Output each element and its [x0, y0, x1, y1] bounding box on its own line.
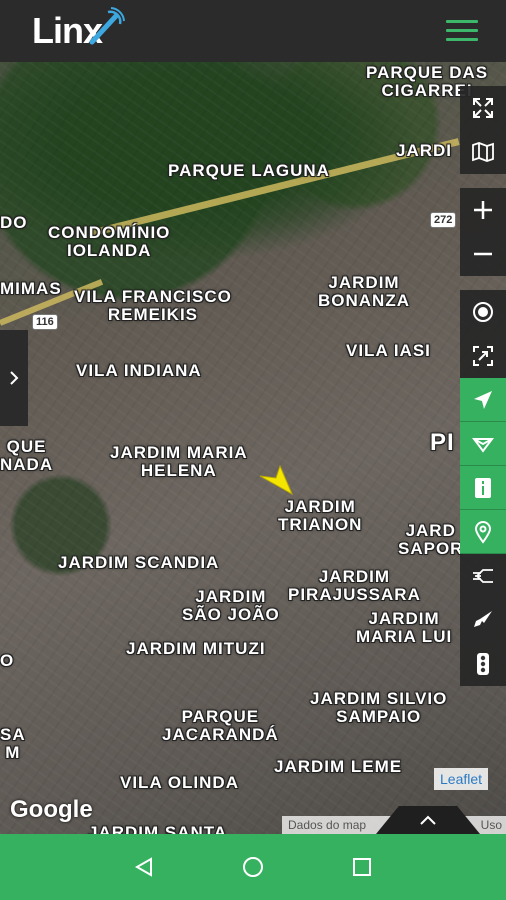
nav-back-button[interactable]	[124, 847, 164, 887]
terms-link[interactable]: Uso	[481, 818, 502, 832]
signal-wave-icon	[89, 7, 125, 45]
attribution-text: Dados do map	[288, 818, 367, 832]
map-place-label: JARDIM MARIA HELENA	[110, 443, 248, 480]
chevron-right-icon	[10, 371, 19, 385]
location-pin-button[interactable]	[460, 510, 506, 554]
navigation-arrow-icon	[474, 390, 492, 409]
map-layers-button[interactable]	[460, 130, 506, 174]
menu-line	[446, 29, 478, 32]
map-place-label: PI	[430, 429, 455, 456]
nav-home-button[interactable]	[233, 847, 273, 887]
speed-lines-button[interactable]	[460, 554, 506, 598]
map-place-label: JARDIM TRIANON	[278, 497, 363, 534]
zoom-out-button[interactable]	[460, 232, 506, 276]
map-place-label: JARD SAPOR	[398, 521, 464, 558]
menu-line	[446, 38, 478, 41]
map-toolbar	[460, 86, 506, 686]
map-place-label: JARDIM MITUZI	[126, 639, 266, 658]
info-button[interactable]	[460, 466, 506, 510]
zoom-in-icon	[474, 201, 492, 219]
navigation-button[interactable]	[460, 378, 506, 422]
fit-bounds-icon	[473, 346, 493, 366]
target-icon	[473, 302, 493, 322]
route-shield: 272	[430, 212, 457, 228]
target-button[interactable]	[460, 290, 506, 334]
map-layers-icon	[472, 142, 494, 162]
speed-lines-icon	[473, 569, 493, 583]
fit-bounds-button[interactable]	[460, 334, 506, 378]
map-place-label: JARDIM LEME	[274, 757, 403, 776]
traffic-light-icon	[477, 653, 489, 675]
vehicle-marker-icon[interactable]	[258, 460, 296, 498]
map-place-label: PARQUE LAGUNA	[168, 161, 330, 180]
map-place-label: JARDIM BONANZA	[318, 273, 410, 310]
route-shield: 116	[32, 314, 58, 330]
top-app-bar: Linx	[0, 0, 506, 62]
rocket-button[interactable]	[460, 598, 506, 642]
zoom-out-icon	[474, 252, 492, 256]
app-root: Linx 272 116 PARQUE DAS CIGARREI JARDI PAR…	[0, 0, 506, 900]
leaflet-link[interactable]: Leaflet	[434, 768, 489, 790]
map-place-label: JARDIM SÃO JOÃO	[182, 587, 280, 624]
map-place-label: QUE NADA	[0, 437, 54, 474]
map-place-label: VILA INDIANA	[76, 361, 202, 380]
back-icon	[135, 857, 153, 877]
route-filter-button[interactable]	[460, 422, 506, 466]
map-place-label: DO	[0, 213, 28, 232]
system-nav-bar	[0, 834, 506, 900]
recents-icon	[352, 858, 371, 876]
map-place-label: JARDIM PIRAJUSSARA	[288, 567, 421, 604]
map-place-label: SA M	[0, 725, 26, 762]
menu-line	[446, 20, 478, 23]
fullscreen-icon	[473, 98, 493, 118]
map-place-label: CONDOMÍNIO IOLANDA	[48, 223, 171, 260]
side-panel-toggle[interactable]	[0, 330, 28, 426]
location-pin-icon	[474, 520, 492, 544]
chevron-up-icon	[420, 815, 436, 825]
map-place-label: MIMAS	[0, 279, 62, 298]
menu-button[interactable]	[446, 20, 478, 42]
home-icon	[242, 857, 263, 877]
map-place-label: VILA FRANCISCO REMEIKIS	[74, 287, 232, 324]
map-place-label: O	[0, 651, 15, 670]
map-place-label: JARDIM MARIA LUI	[356, 609, 453, 646]
google-logo: Google	[10, 796, 93, 823]
map-view[interactable]: 272 116 PARQUE DAS CIGARREI JARDI PARQUE L…	[0, 62, 506, 834]
route-filter-icon	[472, 437, 494, 453]
traffic-light-button[interactable]	[460, 642, 506, 686]
map-place-label: VILA IASI	[346, 341, 431, 360]
info-icon	[475, 477, 491, 498]
map-place-label: PARQUE JACARANDÁ	[162, 707, 279, 744]
map-place-label: JARDI	[396, 141, 453, 160]
zoom-in-button[interactable]	[460, 188, 506, 232]
rocket-icon	[474, 611, 492, 627]
map-place-label: VILA OLINDA	[120, 773, 239, 792]
nav-recents-button[interactable]	[342, 847, 382, 887]
map-place-label: JARDIM SANTA	[88, 823, 228, 835]
map-place-label: JARDIM SCANDIA	[58, 553, 220, 572]
fullscreen-button[interactable]	[460, 86, 506, 130]
map-place-label: JARDIM SILVIO SAMPAIO	[310, 689, 448, 726]
